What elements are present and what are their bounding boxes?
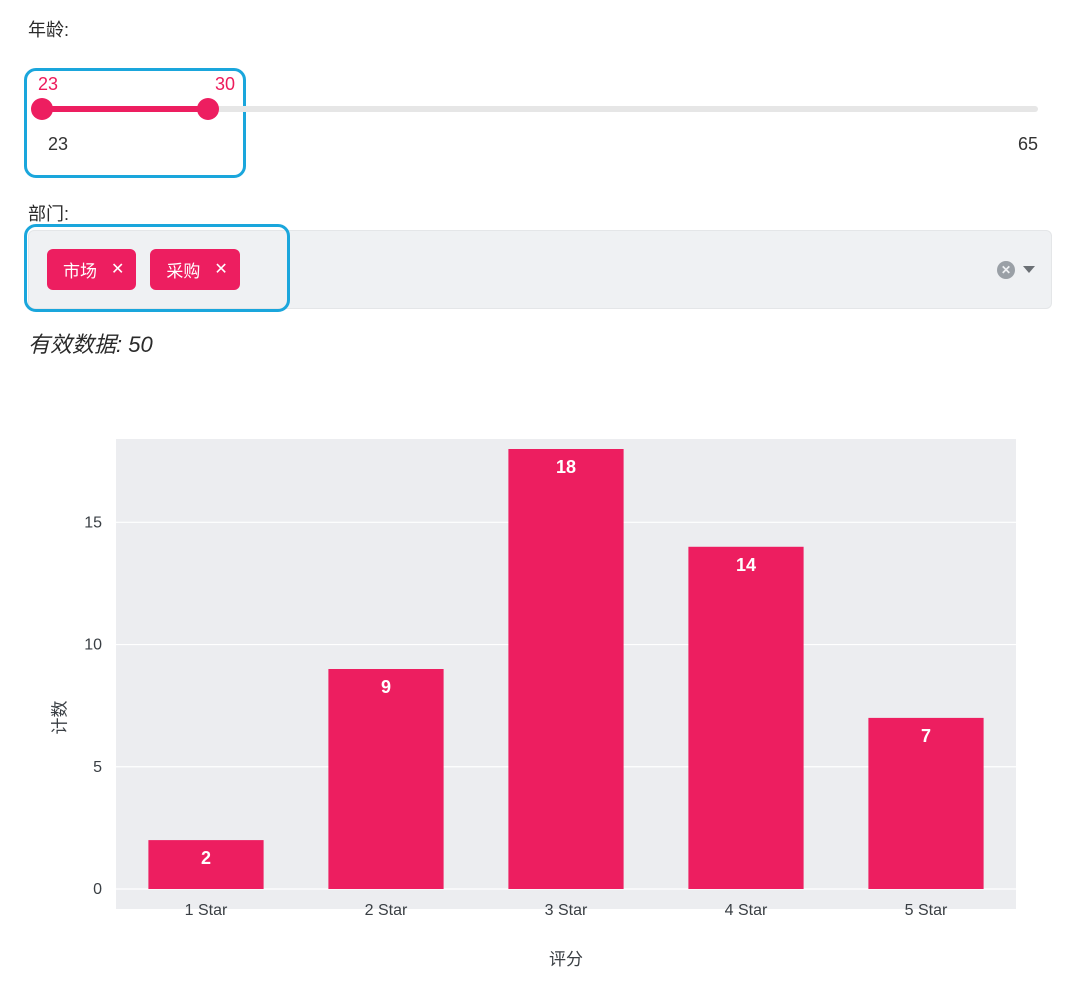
department-chip[interactable]: 市场 ✕ [47, 249, 136, 290]
department-chip-label: 市场 [63, 257, 97, 282]
chart-bar [508, 449, 623, 889]
valid-data-count: 有效数据: 50 [28, 327, 1052, 359]
chart-plot-area: 051015 2918147 1 Star2 Star3 Star4 Star5… [116, 439, 1016, 909]
department-multiselect[interactable]: 市场 ✕ 采购 ✕ ✕ [28, 230, 1052, 309]
chart-y-tick: 5 [93, 759, 102, 776]
rating-chart: 计数 0 5 10 15 2 9 18 14 7 1 Star 2 Star 3 Star 4 St… [28, 439, 1052, 970]
chart-bar [328, 669, 443, 889]
chart-bar-label: 9 [381, 677, 391, 697]
age-filter: 年龄: 23 30 23 65 [28, 16, 1052, 156]
age-slider-handle-low[interactable] [31, 98, 53, 120]
chip-remove-icon[interactable]: ✕ [214, 262, 227, 278]
age-slider-low-tooltip: 23 [38, 74, 58, 95]
chart-x-tick: 2 Star [365, 902, 408, 919]
age-label: 年龄: [28, 16, 1052, 42]
department-chip[interactable]: 采购 ✕ [150, 249, 239, 290]
chart-y-tick: 0 [93, 881, 102, 898]
chart-bar-label: 18 [556, 457, 576, 477]
chart-x-tick: 5 Star [905, 902, 948, 919]
chip-remove-icon[interactable]: ✕ [111, 262, 124, 278]
age-slider-high-tooltip: 30 [215, 74, 235, 95]
age-slider-min: 23 [48, 134, 68, 155]
age-slider-handle-high[interactable] [197, 98, 219, 120]
age-slider[interactable]: 23 30 23 65 [28, 46, 1052, 156]
chart-bar-label: 7 [921, 726, 931, 746]
valid-data-label: 有效数据: [28, 332, 122, 357]
chart-y-tick: 10 [84, 637, 102, 654]
chart-bar-label: 2 [201, 848, 211, 868]
chart-bar [688, 547, 803, 889]
chart-y-axis-label: 计数 [46, 700, 71, 734]
age-slider-fill [42, 106, 208, 112]
age-slider-max: 65 [1018, 134, 1038, 155]
chart-x-tick: 4 Star [725, 902, 768, 919]
valid-data-value: 50 [128, 332, 152, 357]
chart-x-axis-label: 评分 [116, 945, 1016, 970]
clear-all-icon[interactable]: ✕ [997, 261, 1015, 279]
department-chip-label: 采购 [166, 257, 200, 282]
chart-x-tick: 3 Star [545, 902, 588, 919]
department-label: 部门: [28, 200, 1052, 226]
chart-y-tick: 15 [84, 514, 102, 531]
age-slider-track[interactable] [42, 106, 1038, 112]
chart-x-tick: 1 Star [185, 902, 228, 919]
dropdown-caret-icon[interactable] [1023, 266, 1035, 273]
chart-bar-label: 14 [736, 555, 756, 575]
department-filter: 部门: 市场 ✕ 采购 ✕ ✕ [28, 200, 1052, 309]
